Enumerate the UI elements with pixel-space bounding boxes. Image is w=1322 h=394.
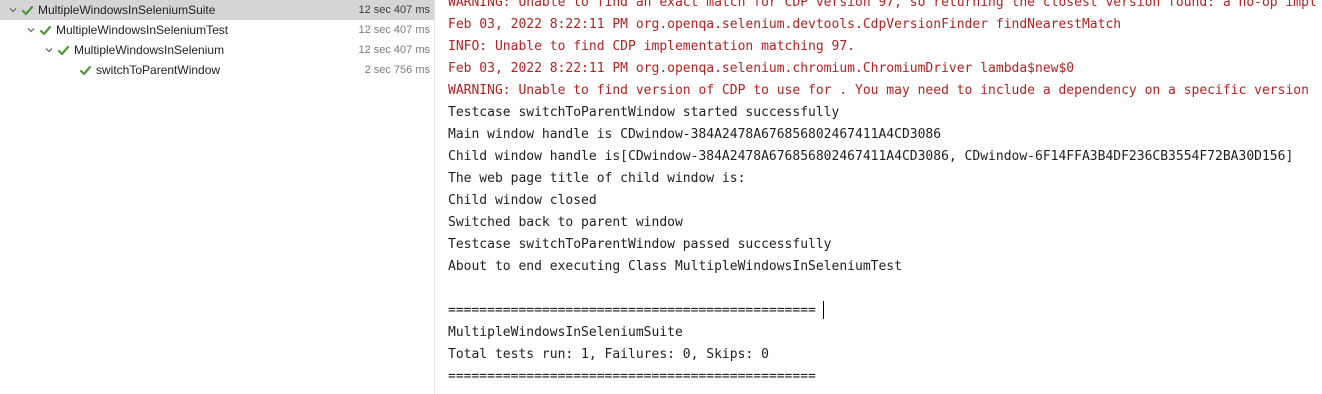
console-line: Switched back to parent window — [448, 215, 683, 230]
console-line: Total tests run: 1, Failures: 0, Skips: … — [448, 347, 769, 362]
test-results-tree: MultipleWindowsInSeleniumSuite 12 sec 40… — [0, 0, 435, 394]
chevron-down-icon[interactable] — [24, 23, 38, 37]
tree-node-test[interactable]: MultipleWindowsInSeleniumTest 12 sec 407… — [0, 20, 434, 40]
console-line: Main window handle is CDwindow-384A2478A… — [448, 127, 942, 142]
tree-node-suite[interactable]: MultipleWindowsInSeleniumSuite 12 sec 40… — [0, 0, 434, 20]
check-icon — [20, 3, 34, 17]
tree-node-method[interactable]: switchToParentWindow 2 sec 756 ms — [0, 60, 434, 80]
console-line: The web page title of child window is: — [448, 171, 746, 186]
console-line: Feb 03, 2022 8:22:11 PM org.openqa.selen… — [448, 61, 1075, 76]
chevron-down-icon[interactable] — [42, 43, 56, 57]
console-separator: ========================================… — [448, 369, 816, 384]
console-line: Child window handle is[CDwindow-384A2478… — [448, 149, 1294, 164]
tree-node-duration: 12 sec 407 ms — [358, 24, 430, 36]
text-caret — [823, 301, 824, 319]
test-runner-window: MultipleWindowsInSeleniumSuite 12 sec 40… — [0, 0, 1322, 394]
console-line: Child window closed — [448, 193, 597, 208]
console-line: Feb 03, 2022 8:22:11 PM org.openqa.selen… — [448, 17, 1122, 32]
tree-node-duration: 2 sec 756 ms — [364, 64, 430, 76]
console-separator: ========================================… — [448, 303, 816, 318]
check-icon — [78, 63, 92, 77]
console-line: Testcase switchToParentWindow started su… — [448, 105, 840, 120]
check-icon — [56, 43, 70, 57]
tree-node-duration: 12 sec 407 ms — [358, 4, 430, 16]
tree-node-class[interactable]: MultipleWindowsInSelenium 12 sec 407 ms — [0, 40, 434, 60]
console-line: INFO: Unable to find CDP implementation … — [448, 39, 855, 54]
console-line: MultipleWindowsInSeleniumSuite — [448, 325, 683, 340]
console-line: About to end executing Class MultipleWin… — [448, 259, 902, 274]
console-output[interactable]: WARNING: Unable to find an exact match f… — [435, 0, 1322, 394]
console-line: WARNING: Unable to find version of CDP t… — [448, 83, 1309, 98]
check-icon — [38, 23, 52, 37]
console-line: WARNING: Unable to find an exact match f… — [448, 0, 1317, 10]
tree-node-duration: 12 sec 407 ms — [358, 44, 430, 56]
console-line: Testcase switchToParentWindow passed suc… — [448, 237, 832, 252]
chevron-down-icon[interactable] — [6, 3, 20, 17]
